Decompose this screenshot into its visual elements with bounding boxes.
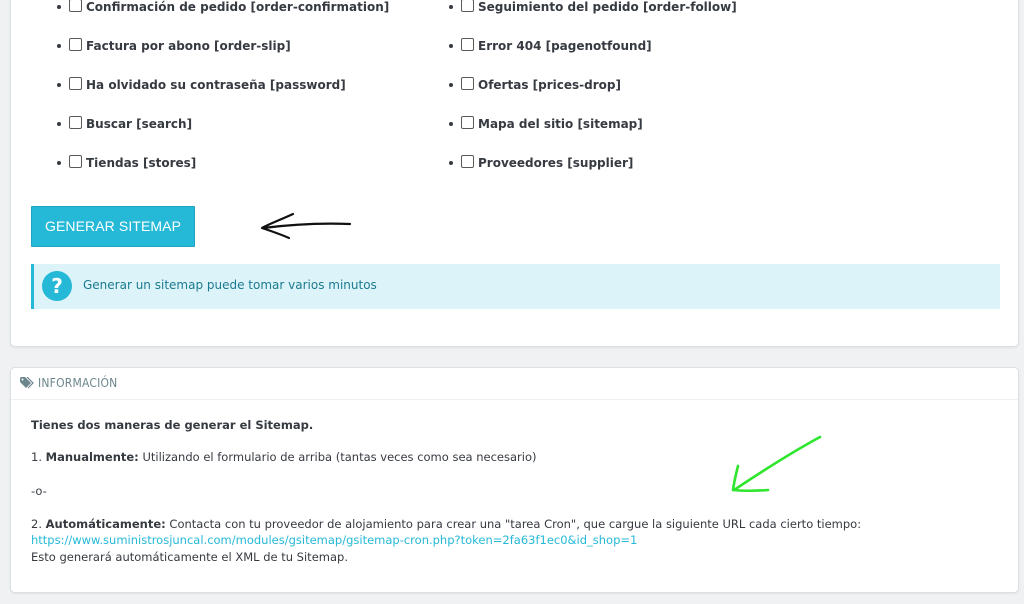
generate-sitemap-button[interactable]: GENERAR SITEMAP	[31, 206, 195, 247]
separator-text: -o-	[31, 484, 47, 498]
manual-number: 1.	[31, 450, 46, 464]
manual-text: Utilizando el formulario de arriba (tant…	[138, 450, 537, 464]
tag-icon	[20, 377, 34, 389]
checkbox-item-prices-drop[interactable]: Ofertas [prices-drop]	[449, 76, 621, 93]
checkbox-label: Error 404 [pagenotfound]	[478, 39, 652, 53]
alert-text: Generar un sitemap puede tomar varios mi…	[83, 278, 377, 292]
manual-label: Manualmente:	[45, 450, 139, 464]
info-alert: ? Generar un sitemap puede tomar varios …	[31, 264, 1000, 309]
checkbox-item-password[interactable]: Ha olvidado su contraseña [password]	[57, 76, 346, 93]
checkbox-label: Tiendas [stores]	[86, 156, 197, 170]
checkbox[interactable]	[461, 115, 474, 129]
checkbox-item-search[interactable]: Buscar [search]	[57, 115, 193, 132]
list-bullet	[449, 5, 453, 9]
information-panel: INFORMACIÓN Tienes dos maneras de genera…	[10, 367, 1019, 593]
question-icon: ?	[42, 271, 72, 301]
checkbox-label: Seguimiento del pedido [order-follow]	[478, 0, 737, 14]
checkbox[interactable]	[461, 154, 474, 168]
checkbox-label: Proveedores [supplier]	[478, 156, 634, 170]
list-bullet	[57, 161, 61, 165]
list-bullet	[449, 122, 453, 126]
auto-method-line: 2. Automáticamente: Contacta con tu prov…	[31, 517, 861, 531]
list-bullet	[449, 44, 453, 48]
checkbox-item-order-confirmation[interactable]: Confirmación de pedido [order-confirmati…	[57, 0, 389, 15]
panel-title: INFORMACIÓN	[38, 376, 118, 390]
checkbox-item-supplier[interactable]: Proveedores [supplier]	[449, 154, 634, 171]
list-bullet	[449, 161, 453, 165]
checkbox[interactable]	[69, 76, 82, 90]
list-bullet	[57, 5, 61, 9]
auto-number: 2.	[31, 517, 46, 531]
auto-text: Contacta con tu proveedor de alojamiento…	[165, 517, 862, 531]
checkbox[interactable]	[461, 37, 474, 51]
result-text: Esto generará automáticamente el XML de …	[31, 550, 348, 564]
checkbox[interactable]	[69, 0, 82, 12]
checkbox[interactable]	[69, 115, 82, 129]
info-intro: Tienes dos maneras de generar el Sitemap…	[31, 418, 314, 432]
cron-url-link[interactable]: https://www.suministrosjuncal.com/module…	[31, 533, 637, 547]
sitemap-form-panel: Confirmación de pedido [order-confirmati…	[10, 0, 1019, 347]
manual-method-line: 1. Manualmente: Utilizando el formulario…	[31, 450, 536, 464]
list-bullet	[57, 44, 61, 48]
checkbox[interactable]	[69, 37, 82, 51]
checkbox-label: Mapa del sitio [sitemap]	[478, 117, 643, 131]
auto-label: Automáticamente:	[45, 517, 166, 531]
panel-header: INFORMACIÓN	[11, 368, 1018, 400]
list-bullet	[57, 122, 61, 126]
checkbox-item-order-follow[interactable]: Seguimiento del pedido [order-follow]	[449, 0, 737, 15]
checkbox-label: Ha olvidado su contraseña [password]	[86, 78, 346, 92]
checkbox-label: Confirmación de pedido [order-confirmati…	[86, 0, 390, 14]
list-bullet	[449, 83, 453, 87]
checkbox-label: Ofertas [prices-drop]	[478, 78, 621, 92]
checkbox[interactable]	[461, 0, 474, 12]
checkbox-label: Buscar [search]	[86, 117, 193, 131]
checkbox-label: Factura por abono [order-slip]	[86, 39, 291, 53]
checkbox[interactable]	[69, 154, 82, 168]
checkbox-item-sitemap[interactable]: Mapa del sitio [sitemap]	[449, 115, 643, 132]
cron-url-line: https://www.suministrosjuncal.com/module…	[31, 533, 637, 547]
checkbox-item-order-slip[interactable]: Factura por abono [order-slip]	[57, 37, 291, 54]
list-bullet	[57, 83, 61, 87]
checkbox-item-stores[interactable]: Tiendas [stores]	[57, 154, 197, 171]
checkbox[interactable]	[461, 76, 474, 90]
checkbox-item-pagenotfound[interactable]: Error 404 [pagenotfound]	[449, 37, 652, 54]
